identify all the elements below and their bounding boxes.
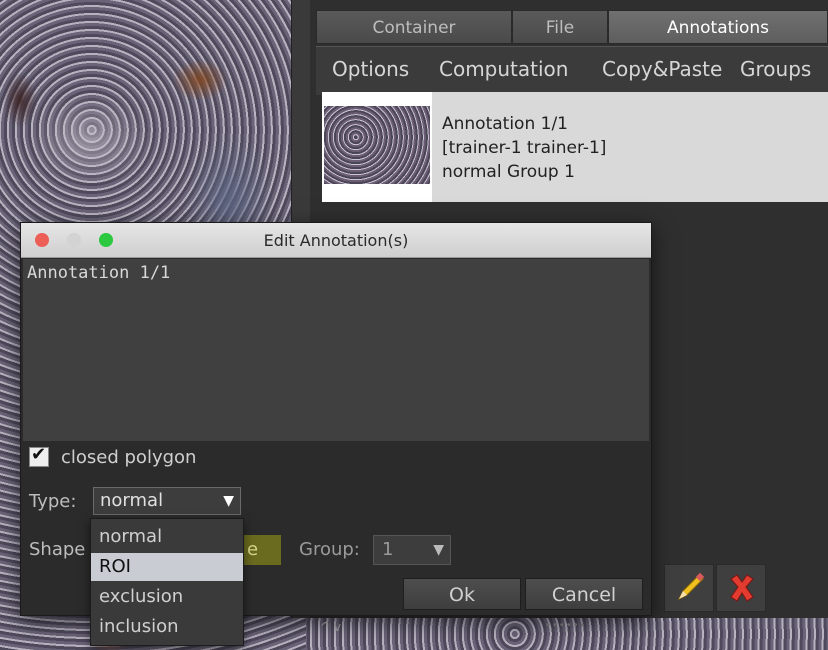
type-label: Type: (29, 491, 77, 512)
subtab-computation[interactable]: Computation (439, 57, 568, 81)
annotation-title: Annotation 1/1 (442, 114, 568, 134)
annotation-thumbnail (322, 92, 432, 202)
chevron-down-icon: ▼ (223, 493, 234, 509)
checkmark-icon: ✔ (31, 444, 47, 465)
type-select[interactable]: normal ▼ (93, 487, 241, 515)
type-selected-value: normal (100, 490, 164, 511)
annotation-trainer: [trainer-1 trainer-1] (442, 138, 607, 158)
closed-polygon-checkbox[interactable]: ✔ (29, 444, 49, 467)
dialog-title: Edit Annotation(s) (263, 231, 409, 250)
chevron-down-icon: ▼ (433, 542, 444, 558)
group-selected-value: 1 (382, 539, 394, 560)
cancel-button[interactable]: Cancel (525, 578, 643, 610)
annotation-info: Annotation 1/1 [trainer-1 trainer-1] nor… (442, 112, 606, 184)
subtab-bar: Options Computation Copy&Paste Groups (316, 46, 828, 95)
shape-select[interactable]: e (241, 535, 281, 565)
closed-polygon-label: closed polygon (61, 447, 197, 468)
ok-button[interactable]: Ok (403, 578, 521, 610)
subtab-copy-paste[interactable]: Copy&Paste (602, 57, 722, 81)
tab-bar: Container File Annotations (316, 10, 828, 44)
shape-label: Shape (29, 539, 86, 560)
subtab-groups[interactable]: Groups (740, 57, 811, 81)
resize-grip[interactable]: •••••• (545, 620, 586, 631)
type-option-normal[interactable]: normal (91, 523, 243, 551)
annotation-toolbar (650, 562, 828, 618)
delete-annotation-button[interactable] (716, 564, 766, 612)
group-label: Group: (299, 539, 360, 560)
pencil-icon (677, 572, 705, 601)
tab-annotations[interactable]: Annotations (608, 10, 828, 44)
subtab-options[interactable]: Options (332, 57, 409, 81)
dialog-titlebar[interactable]: Edit Annotation(s) (21, 223, 651, 258)
type-dropdown-list: normal ROI exclusion inclusion (90, 518, 244, 646)
scroll-arrows[interactable]: ^ v (320, 620, 341, 634)
type-option-inclusion[interactable]: inclusion (91, 613, 243, 641)
edit-annotation-button[interactable] (664, 564, 714, 612)
group-select[interactable]: 1 ▼ (373, 535, 451, 565)
annotation-list-item[interactable]: Annotation 1/1 [trainer-1 trainer-1] nor… (322, 92, 828, 202)
delete-x-icon (730, 574, 754, 602)
type-option-exclusion[interactable]: exclusion (91, 583, 243, 611)
type-option-roi[interactable]: ROI (91, 553, 243, 581)
annotation-text-area[interactable]: Annotation 1/1 (23, 259, 649, 441)
tab-file[interactable]: File (512, 10, 608, 44)
annotation-class-group: normal Group 1 (442, 162, 575, 182)
tab-container[interactable]: Container (316, 10, 512, 44)
